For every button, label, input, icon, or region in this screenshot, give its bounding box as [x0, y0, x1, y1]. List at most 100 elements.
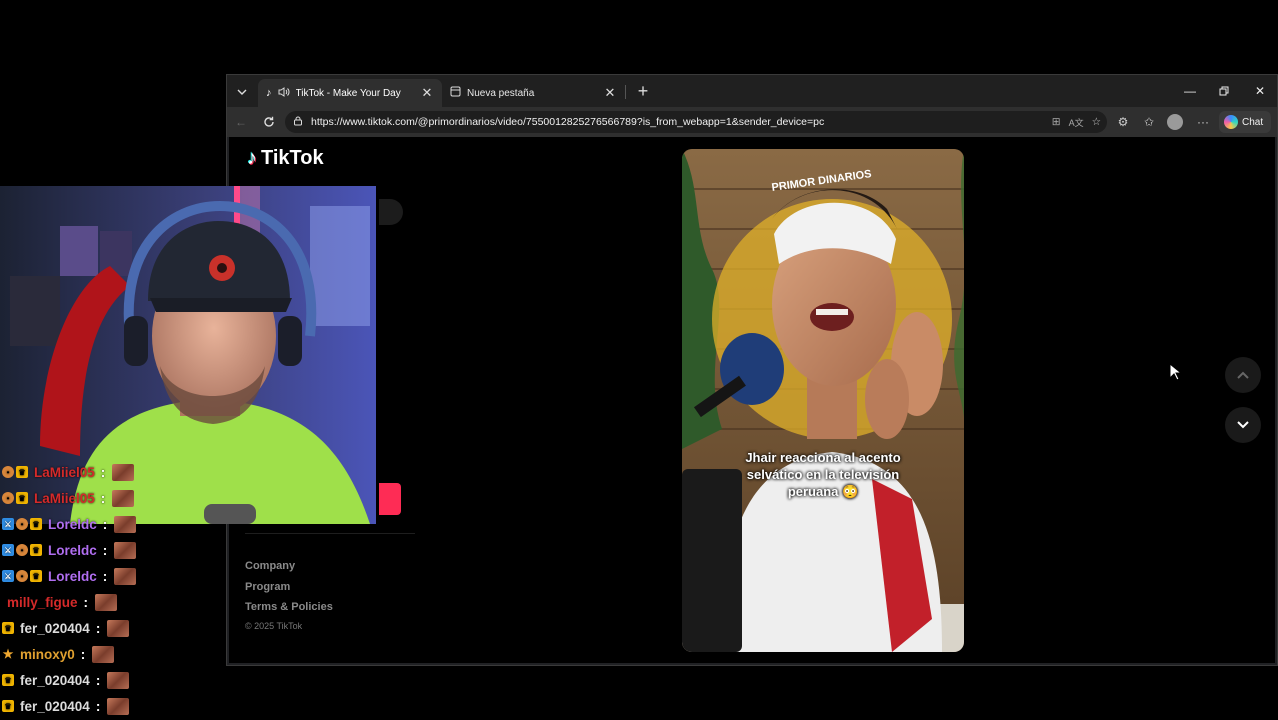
chat-username[interactable]: milly_figue [7, 595, 78, 610]
chat-message: ⚔ • ♛ Loreldc: [2, 563, 302, 589]
chat-message: milly_figue: [2, 589, 302, 615]
tab-tiktok[interactable]: ♪ TikTok - Make Your Day ✕ [258, 79, 442, 107]
chat-separator: : [95, 698, 101, 714]
chat-message: ⚔ • ♛ Loreldc: [2, 511, 302, 537]
url-text[interactable]: https://www.tiktok.com/@primordinarios/v… [311, 116, 1044, 128]
tab-strip: ♪ TikTok - Make Your Day ✕ Nueva pestaña… [227, 75, 1277, 107]
chat-username[interactable]: fer_020404 [20, 699, 90, 714]
subscriber-badge-icon: ♛ [30, 570, 42, 582]
tiktok-page: ♪ TikTok Company Program Terms & Policie… [229, 137, 1275, 663]
login-button-edge[interactable] [379, 483, 401, 515]
chat-username[interactable]: LaMiiel05 [34, 491, 95, 506]
previous-video-button[interactable] [1225, 357, 1261, 393]
favorite-star-icon[interactable]: ☆ [1092, 116, 1101, 128]
mouse-cursor-icon [1169, 363, 1181, 381]
video-frame: PRIMOR DINARIOS [682, 149, 964, 652]
chat-separator: : [100, 464, 106, 480]
emote-icon [114, 567, 137, 585]
chat-label: Chat [1242, 116, 1264, 128]
copilot-chat-button[interactable]: Chat [1219, 111, 1271, 133]
favorites-icon[interactable]: ✩ [1139, 112, 1159, 132]
emote-icon [95, 593, 118, 611]
chat-separator: : [102, 568, 108, 584]
restore-icon[interactable] [1213, 81, 1235, 101]
tiktok-logo[interactable]: ♪ TikTok [247, 147, 324, 170]
chat-separator: : [100, 490, 106, 506]
chat-separator: : [102, 542, 108, 558]
tiktok-note-icon: ♪ [247, 147, 257, 169]
tab-actions-icon[interactable] [233, 83, 251, 101]
browser-toolbar: ← https://www.tiktok.com/@primordinarios… [227, 107, 1277, 137]
tab-divider [625, 85, 626, 99]
chat-message: ♛ fer_020404: [2, 693, 302, 719]
chat-message: • ♛ LaMiiel05: [2, 459, 302, 485]
chat-username[interactable]: Loreldc [48, 543, 97, 558]
emote-icon [107, 619, 130, 637]
chat-separator: : [80, 646, 86, 662]
profile-avatar-icon[interactable] [1165, 112, 1185, 132]
cat-badge-icon: • [16, 570, 28, 582]
back-icon[interactable]: ← [231, 112, 251, 132]
tab-title: Nueva pestaña [467, 87, 535, 99]
emote-icon [112, 489, 135, 507]
next-video-button[interactable] [1225, 407, 1261, 443]
chat-separator: : [95, 672, 101, 688]
audio-playing-icon[interactable] [278, 86, 290, 100]
logo-text: TikTok [261, 147, 324, 169]
tiktok-favicon-icon: ♪ [266, 87, 272, 99]
chevron-down-icon [1237, 421, 1249, 429]
search-box-edge[interactable] [379, 199, 403, 225]
subscriber-badge-icon: ♛ [2, 674, 14, 686]
chat-message: • ♛ LaMiiel05: [2, 485, 302, 511]
emote-icon [107, 671, 130, 689]
subscriber-badge-icon: ♛ [30, 544, 42, 556]
address-bar[interactable]: https://www.tiktok.com/@primordinarios/v… [285, 111, 1107, 133]
chat-username[interactable]: fer_020404 [20, 621, 90, 636]
moderator-badge-icon: ⚔ [2, 570, 14, 582]
chat-username[interactable]: Loreldc [48, 569, 97, 584]
moderator-badge-icon: ⚔ [2, 544, 14, 556]
new-tab-button[interactable]: + [633, 81, 653, 101]
tab-title: TikTok - Make Your Day [295, 87, 401, 99]
emote-icon [92, 645, 115, 663]
moderator-badge-icon: ⚔ [2, 518, 14, 530]
video-caption: Jhair reacciona al acento selvático en l… [745, 450, 901, 499]
page-icon [450, 86, 461, 100]
translate-icon[interactable]: A文 [1069, 116, 1084, 129]
chat-username[interactable]: fer_020404 [20, 673, 90, 688]
copilot-icon [1224, 115, 1238, 129]
subscriber-badge-icon: ♛ [2, 700, 14, 712]
cat-badge-icon: • [16, 544, 28, 556]
subscriber-badge-icon: ♛ [30, 518, 42, 530]
close-tab-icon[interactable]: ✕ [420, 85, 434, 101]
extensions-icon[interactable]: ⚙ [1113, 112, 1133, 132]
chat-username[interactable]: minoxy0 [20, 647, 75, 662]
more-menu-icon[interactable]: ··· [1193, 112, 1213, 132]
emote-icon [114, 541, 137, 559]
cat-badge-icon: • [2, 492, 14, 504]
subscriber-badge-icon: ♛ [16, 492, 28, 504]
emote-icon [112, 463, 135, 481]
site-info-icon[interactable] [293, 116, 303, 129]
star-badge-icon: ★ [2, 647, 14, 661]
subscriber-badge-icon: ♛ [16, 466, 28, 478]
app-available-icon[interactable]: ⊞ [1052, 116, 1061, 128]
chat-message: ♛ fer_020404: [2, 667, 302, 693]
chat-message: ⚔ • ♛ Loreldc: [2, 537, 302, 563]
chat-separator: : [102, 516, 108, 532]
close-window-icon[interactable]: ✕ [1249, 81, 1271, 101]
emote-icon [107, 697, 130, 715]
refresh-icon[interactable] [259, 112, 279, 132]
minimize-icon[interactable]: — [1179, 81, 1201, 101]
chat-username[interactable]: Loreldc [48, 517, 97, 532]
browser-window: ♪ TikTok - Make Your Day ✕ Nueva pestaña… [226, 74, 1278, 666]
tab-new-tab[interactable]: Nueva pestaña ✕ [442, 79, 625, 107]
chat-username[interactable]: LaMiiel05 [34, 465, 95, 480]
video-player[interactable]: PRIMOR DINARIOS Jhair reacciona al acent… [682, 149, 964, 652]
subscriber-badge-icon: ♛ [2, 622, 14, 634]
cat-badge-icon: • [16, 518, 28, 530]
close-tab-icon[interactable]: ✕ [603, 85, 617, 101]
chat-message: ★ minoxy0: [2, 641, 302, 667]
chat-message: ♛ fer_020404: [2, 615, 302, 641]
chat-separator: : [95, 620, 101, 636]
